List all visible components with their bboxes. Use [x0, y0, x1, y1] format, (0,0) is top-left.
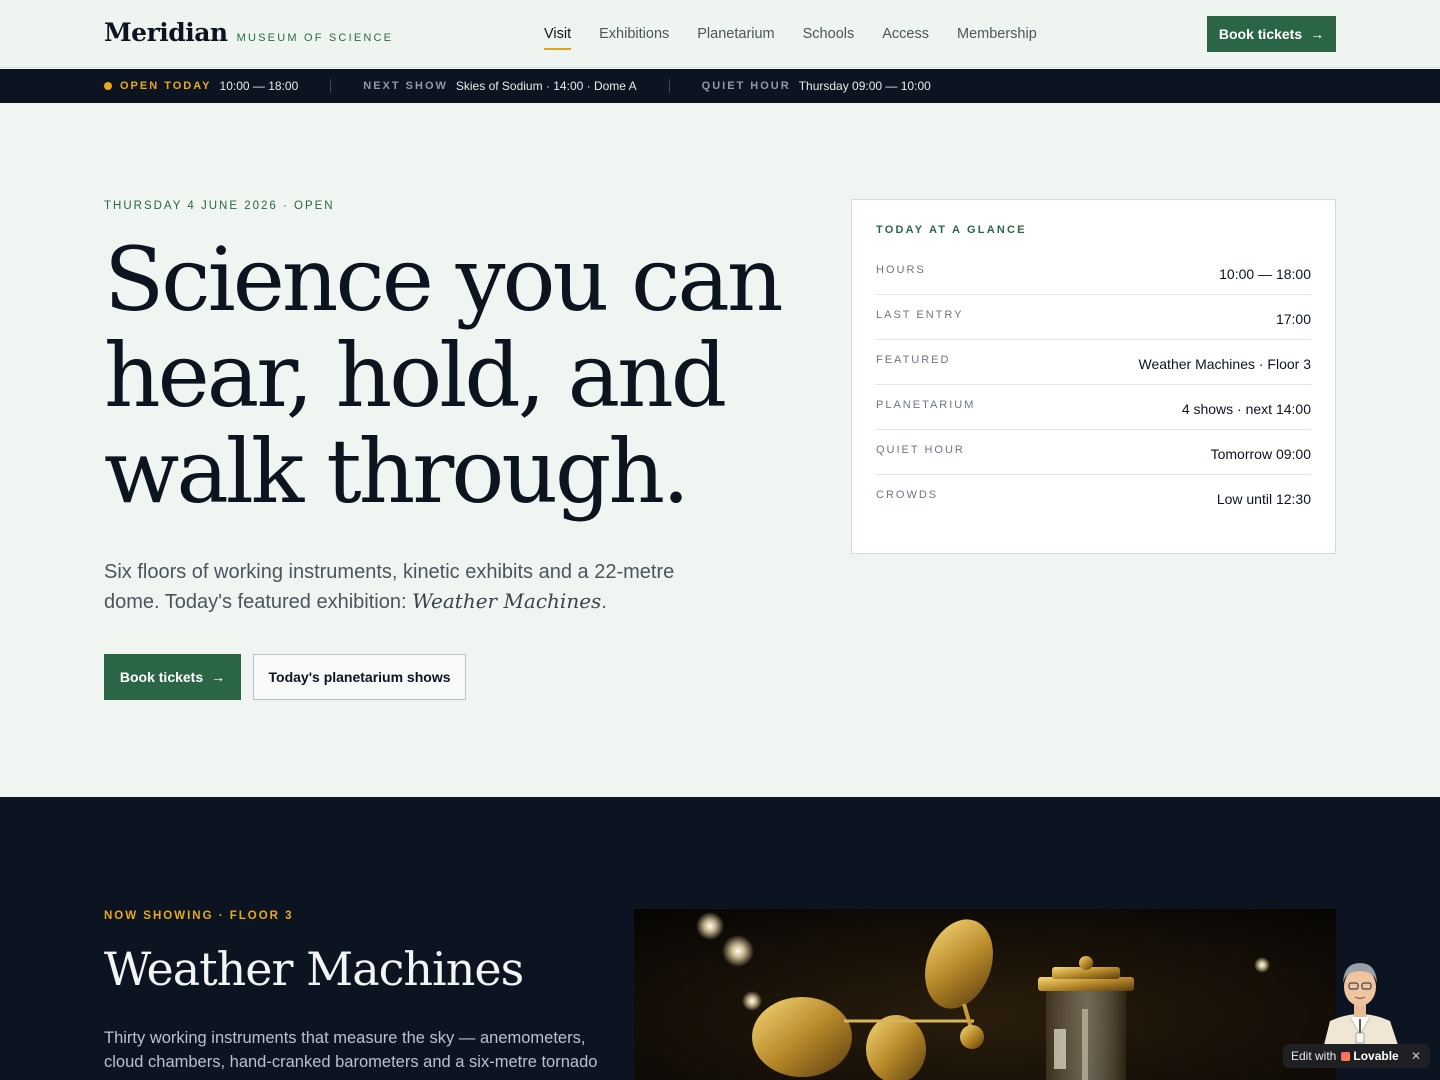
- planetarium-shows-button[interactable]: Today's planetarium shows: [253, 654, 466, 700]
- brand[interactable]: Meridian MUSEUM OF SCIENCE: [104, 18, 393, 47]
- status-open: OPEN TODAY 10:00 — 18:00: [104, 79, 298, 93]
- brand-subtitle: MUSEUM OF SCIENCE: [236, 32, 394, 44]
- header-book-tickets-button[interactable]: Book tickets →: [1207, 16, 1336, 52]
- status-bar: OPEN TODAY 10:00 — 18:00 NEXT SHOW Skies…: [0, 69, 1440, 103]
- status-open-label: OPEN TODAY: [120, 80, 212, 92]
- glance-key: HOURS: [876, 264, 926, 276]
- now-showing-section: NOW SHOWING · FLOOR 3 Weather Machines T…: [0, 797, 1440, 1080]
- status-show-label: NEXT SHOW: [363, 80, 448, 92]
- glance-row: QUIET HOUR Tomorrow 09:00: [876, 430, 1311, 475]
- glance-row: LAST ENTRY 17:00: [876, 295, 1311, 340]
- anemometer-illustration: [634, 909, 1336, 1080]
- assistant-avatar[interactable]: [1316, 955, 1404, 1045]
- glance-row: PLANETARIUM 4 shows · next 14:00: [876, 385, 1311, 430]
- nav-item-exhibitions[interactable]: Exhibitions: [599, 26, 669, 42]
- glance-value: Tomorrow 09:00: [1210, 446, 1311, 462]
- hero-lede-featured: Weather Machines: [412, 589, 602, 613]
- lovable-heart-icon: [1341, 1051, 1351, 1061]
- status-next-show[interactable]: NEXT SHOW Skies of Sodium · 14:00 · Dome…: [363, 79, 636, 93]
- edit-with-lovable-badge[interactable]: Edit with Lovable ✕: [1283, 1044, 1430, 1068]
- now-showing-title: Weather Machines: [104, 942, 524, 996]
- glance-value: Low until 12:30: [1216, 491, 1311, 507]
- status-quiet-hour: QUIET HOUR Thursday 09:00 — 10:00: [702, 79, 931, 93]
- arrow-right-icon: →: [1310, 26, 1325, 42]
- status-open-value: 10:00 — 18:00: [219, 79, 299, 93]
- glance-value: 10:00 — 18:00: [1219, 266, 1311, 282]
- now-showing-description: Thirty working instruments that measure …: [104, 1029, 598, 1071]
- glance-key: LAST ENTRY: [876, 309, 964, 321]
- lovable-logo: Lovable: [1341, 1049, 1399, 1063]
- status-quiet-value: Thursday 09:00 — 10:00: [798, 79, 931, 93]
- arrow-right-icon: →: [211, 669, 226, 685]
- glance-row: HOURS 10:00 — 18:00: [876, 250, 1311, 295]
- nav-item-visit[interactable]: Visit: [544, 26, 572, 50]
- glance-key: CROWDS: [876, 489, 939, 501]
- glance-value: 4 shows · next 14:00: [1181, 401, 1311, 417]
- hero-book-tickets-button[interactable]: Book tickets →: [104, 654, 241, 700]
- hero-lede-end: .: [601, 591, 607, 613]
- hero-title: Science you can hear, hold, and walk thr…: [104, 228, 784, 523]
- status-divider: [668, 79, 670, 93]
- glance-key: FEATURED: [876, 354, 951, 366]
- today-at-a-glance-card: TODAY AT A GLANCE HOURS 10:00 — 18:00 LA…: [851, 199, 1336, 554]
- header-book-tickets-label: Book tickets: [1218, 26, 1303, 42]
- status-show-value: Skies of Sodium · 14:00 · Dome A: [455, 79, 637, 93]
- glance-key: QUIET HOUR: [876, 444, 965, 456]
- hero-lede: Six floors of working instruments, kinet…: [104, 558, 724, 617]
- hero-eyebrow: THURSDAY 4 JUNE 2026 · OPEN: [104, 200, 335, 212]
- hero-book-tickets-label: Book tickets: [119, 669, 204, 685]
- glance-row: FEATURED Weather Machines · Floor 3: [876, 340, 1311, 385]
- glance-value: Weather Machines · Floor 3: [1138, 356, 1311, 372]
- glance-title: TODAY AT A GLANCE: [876, 224, 1027, 236]
- main-nav: Visit Exhibitions Planetarium Schools Ac…: [544, 26, 1037, 50]
- site-header: Meridian MUSEUM OF SCIENCE Visit Exhibit…: [0, 0, 1440, 68]
- edit-with-label: Edit with: [1291, 1049, 1337, 1063]
- nav-item-access[interactable]: Access: [882, 26, 929, 42]
- nav-item-membership[interactable]: Membership: [957, 26, 1037, 42]
- glance-row: CROWDS Low until 12:30: [876, 475, 1311, 520]
- now-showing-eyebrow: NOW SHOWING · FLOOR 3: [104, 910, 294, 922]
- nav-item-schools[interactable]: Schools: [803, 26, 855, 42]
- glance-value: 17:00: [1275, 311, 1311, 327]
- lovable-brand: Lovable: [1353, 1049, 1399, 1063]
- brand-name: Meridian: [104, 18, 228, 47]
- status-divider: [330, 79, 332, 93]
- close-icon[interactable]: ✕: [1411, 1049, 1421, 1063]
- nav-item-planetarium[interactable]: Planetarium: [697, 26, 774, 42]
- status-quiet-label: QUIET HOUR: [701, 80, 791, 92]
- glance-key: PLANETARIUM: [876, 399, 976, 411]
- exhibit-photo: [634, 909, 1336, 1080]
- status-dot-icon: [104, 82, 112, 90]
